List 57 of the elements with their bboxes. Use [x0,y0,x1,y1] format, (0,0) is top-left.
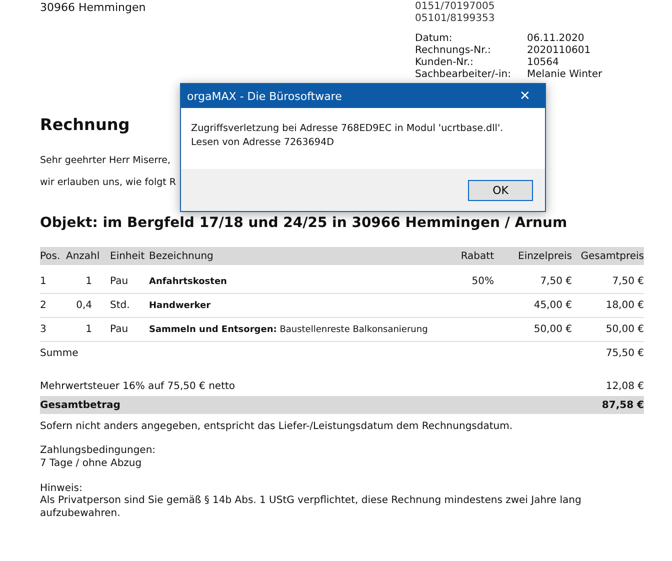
meta-value: Melanie Winter [527,69,604,81]
dialog-title: orgaMAX - Die Bürosoftware [187,90,342,102]
table-cell-text: Std. [109,300,131,311]
table-cell-text: 50% [470,276,494,287]
meta-label: Rechnungs-Nr.: [415,45,492,57]
payment-label: Zahlungsbedingungen: [40,444,157,457]
hint-label: Hinweis: [40,482,84,495]
table-cell-text: 7,50 € [611,276,644,287]
table-cell-text: 45,00 € [532,300,572,311]
column-header: Einheit [110,250,146,262]
meta-label: Kunden-Nr.: [415,57,474,69]
sum-label: Summe [40,348,78,359]
table-cell-text: Handwerker [149,300,212,310]
table-cell-text: 1 [40,276,48,287]
table-cell-text: 50,00 € [604,324,644,335]
meta-label: Sachbearbeiter/-in: [415,69,512,81]
hint-text: Als Privatperson sind Sie gemäß § 14b Abs. 1 UStG verpflichtet, diese Rechnung mindestens zwei Jahre lang aufzubewahren. [40,495,582,520]
table-cell-text: 7,50 € [539,276,572,287]
phone-number: 05101/8199353 [415,13,496,25]
tax-label: Mehrwertsteuer 16% auf 75,50 € netto [40,380,236,392]
column-header: Gesamtpreis [580,250,644,262]
table-cell-text: 50,00 € [532,324,572,335]
intro-text: wir erlauben uns, wie folgt R [40,177,177,188]
table-cell-text: Pau [109,276,130,287]
invoice-title: Rechnung [40,115,130,134]
table-cell-text: 2 [40,300,48,311]
column-header: Pos. [40,250,62,262]
table-cell-text: Sammeln und Entsorgen: Baustellenreste Balkonsanierung [149,324,429,334]
table-cell-text: 1 [84,276,92,287]
salutation-text: Sehr geehrter Herr Miserre, [40,155,172,166]
table-cell-text: 1 [84,324,92,335]
meta-value: 2020110601 [527,45,592,57]
sum-value: 75,50 € [606,348,644,359]
object-heading: Objekt: im Bergfeld 17/18 und 24/25 in 30966 Hemmingen / Arnum [40,215,568,231]
table-cell-text: Pau [109,324,130,335]
address-text: 30966 Hemmingen [40,1,146,16]
error-message: Zugriffsverletzung bei Adresse 768ED9EC in Modul 'ucrtbase.dll'. [191,122,504,136]
note-text: Sofern nicht anders angegeben, entspricht das Liefer-/Leistungsdatum dem Rechnungsdatum. [40,420,514,433]
column-header: Bezeichnung [149,250,214,262]
meta-label: Datum: [415,33,454,45]
meta-value: 06.11.2020 [527,33,586,45]
table-cell-text: Anfahrtskosten [149,276,228,286]
error-message: Lesen von Adresse 7263694D [191,136,335,150]
total-value: 87,58 € [602,400,644,410]
table-cell-text: 0,4 [75,300,92,311]
table-cell-text: 3 [40,324,48,335]
phone-number: 0151/70197005 [415,1,496,13]
table-cell-text: 18,00 € [604,300,644,311]
close-button[interactable]: ✕ [505,84,545,108]
ok-button[interactable]: OK [468,180,533,200]
column-header: Rabatt [460,250,494,262]
column-header: Anzahl [66,250,101,262]
tax-value: 12,08 € [606,380,644,392]
meta-value: 10564 [527,57,560,69]
total-label: Gesamtbetrag [40,400,120,410]
column-header: Einzelpreis [517,250,572,262]
payment-value: 7 Tage / ohne Abzug [40,457,143,470]
